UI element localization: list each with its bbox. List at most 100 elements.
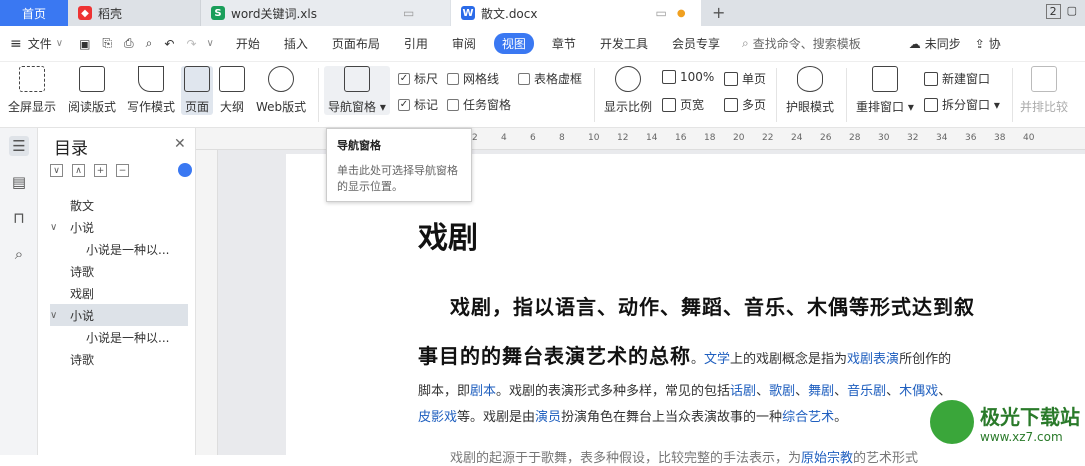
expand-toggle-icon[interactable]: ∨ [50, 222, 64, 233]
tab-start[interactable]: 开始 [224, 35, 272, 52]
reading-mode-button[interactable]: 阅读版式 [68, 66, 116, 115]
more-quick-access-icon[interactable]: ∨ [203, 38, 224, 49]
monitor-icon[interactable]: ▭ [403, 6, 414, 20]
pen-icon [138, 66, 164, 92]
tab-references[interactable]: 引用 [392, 35, 440, 52]
compare-button[interactable]: 并排比较 [1020, 66, 1068, 115]
paragraph-line2[interactable]: 事目的的舞台表演艺术的总称。文学上的戏剧概念是指为戏剧表演所创作的 [418, 340, 951, 369]
add-heading-icon[interactable]: + [94, 164, 107, 177]
tab-view[interactable]: 视图 [493, 33, 534, 54]
link-spoken-drama[interactable]: 话剧 [730, 384, 756, 399]
toc-item[interactable]: 诗歌 [50, 260, 188, 282]
hamburger-icon[interactable]: ≡ [0, 36, 28, 52]
share-label[interactable]: 协 [989, 35, 1001, 52]
chevron-down-icon[interactable]: ∨ [56, 38, 73, 49]
remove-heading-icon[interactable]: − [116, 164, 129, 177]
collapse-all-icon[interactable]: ∨ [50, 164, 63, 177]
fullscreen-button[interactable]: 全屏显示 [8, 66, 56, 115]
split-window-label: 拆分窗口 ▾ [942, 98, 1000, 112]
toc-item[interactable]: 戏剧 [50, 282, 188, 304]
tab-docx[interactable]: W 散文.docx ▭ ● [451, 0, 701, 26]
link-comprehensive-art[interactable]: 综合艺术 [782, 410, 834, 425]
nav-pane-button[interactable]: 导航窗格 ▾ [324, 66, 390, 115]
toc-item[interactable]: 小说是一种以... [50, 238, 188, 260]
paragraph-bold-line1[interactable]: 戏剧，指以语言、动作、舞蹈、音乐、木偶等形式达到叙 [450, 291, 975, 320]
sync-status[interactable]: 未同步 [925, 35, 971, 52]
toc-item[interactable]: 小说是一种以... [50, 326, 188, 348]
export-pdf-icon[interactable]: ⎘ [96, 36, 118, 51]
link-puppetry[interactable]: 木偶戏 [899, 384, 938, 399]
new-tab-icon[interactable]: + [712, 3, 725, 22]
link-script[interactable]: 剧本 [470, 384, 496, 399]
web-view-button[interactable]: Web版式 [256, 66, 306, 115]
link-literature[interactable]: 文学 [704, 352, 730, 367]
save-icon[interactable]: ▣ [73, 37, 96, 51]
link-actor[interactable]: 演员 [535, 410, 561, 425]
tab-page-layout[interactable]: 页面布局 [320, 35, 392, 52]
markup-checkbox[interactable]: ✓ 标记 [398, 96, 438, 113]
tab-chapter[interactable]: 章节 [540, 35, 588, 52]
new-window-button[interactable]: 新建窗口 [924, 70, 990, 87]
tab-review[interactable]: 审阅 [440, 35, 488, 52]
multi-page-icon [724, 97, 738, 112]
split-window-button[interactable]: 拆分窗口 ▾ [924, 96, 1000, 113]
link-opera[interactable]: 歌剧 [769, 384, 795, 399]
taskpane-checkbox[interactable]: 任务窗格 [447, 96, 511, 113]
vertical-ruler[interactable] [196, 150, 218, 455]
arrange-icon [871, 66, 898, 92]
tab-developer[interactable]: 开发工具 [588, 35, 660, 52]
undo-icon[interactable]: ↶ [158, 37, 180, 51]
expand-toggle-icon[interactable]: ∨ [50, 310, 64, 321]
link-musical[interactable]: 音乐剧 [847, 384, 886, 399]
layout-icon[interactable]: ▢ [1067, 4, 1077, 19]
tab-home-label: 首页 [21, 6, 46, 21]
tab-member[interactable]: 会员专享 [660, 35, 732, 52]
link-dance-drama[interactable]: 舞剧 [808, 384, 834, 399]
paragraph-line3[interactable]: 脚本，即剧本。戏剧的表演形式多种多样，常见的包括话剧、歌剧、舞剧、音乐剧、木偶戏… [418, 380, 951, 399]
tab-insert[interactable]: 插入 [272, 35, 320, 52]
arrange-windows-button[interactable]: 重排窗口 ▾ [856, 66, 914, 115]
heading-drama[interactable]: 戏剧 [418, 213, 478, 257]
toc-item[interactable]: ∨ 小说 [50, 304, 188, 326]
print-preview-icon[interactable]: ⌕ [140, 36, 159, 51]
link-primitive-religion[interactable]: 原始宗教 [801, 451, 853, 466]
chapter-icon[interactable]: ▤ [9, 172, 29, 192]
print-icon[interactable]: ⎙ [118, 36, 140, 51]
ruler-checkbox[interactable]: ✓ 标尺 [398, 70, 438, 87]
paragraph-line5-cut[interactable]: 戏剧的起源于于歌舞，表多种假设，比较完整的手法表示，为原始宗教的艺术形式 [450, 447, 918, 466]
share-icon[interactable]: ⇪ [971, 37, 989, 51]
link-drama-performance[interactable]: 戏剧表演 [847, 352, 899, 367]
toc-item[interactable]: ∨ 小说 [50, 216, 188, 238]
zoom-ratio-button[interactable]: 显示比例 [604, 66, 652, 115]
search-icon[interactable]: ⌕ [9, 244, 29, 264]
smart-toc-icon[interactable] [178, 163, 192, 177]
tab-xls[interactable]: S word关键词.xls ▭ [200, 0, 450, 26]
gridline-checkbox[interactable]: 网格线 [447, 70, 499, 87]
link-shadow-play[interactable]: 皮影戏 [418, 410, 457, 425]
multi-page-button[interactable]: 多页 [724, 96, 766, 113]
expand-all-icon[interactable]: ∧ [72, 164, 85, 177]
redo-icon[interactable]: ↷ [180, 37, 202, 51]
close-icon[interactable]: ✕ [174, 136, 186, 152]
writing-mode-button[interactable]: 写作模式 [127, 66, 175, 115]
window-count-icon[interactable]: 2 [1045, 4, 1061, 19]
file-menu[interactable]: 文件 [28, 35, 56, 52]
page-width-button[interactable]: 页宽 [662, 96, 704, 113]
toc-item[interactable]: 散文 [50, 194, 188, 216]
monitor-icon[interactable]: ▭ [655, 6, 666, 20]
page-view-button[interactable]: 页面 [181, 66, 213, 115]
tab-home[interactable]: 首页 [0, 0, 68, 26]
toc-item[interactable]: 诗歌 [50, 348, 188, 370]
toc-item-label: 散文 [70, 198, 95, 213]
table-grid-checkbox[interactable]: 表格虚框 [518, 70, 582, 87]
toc-icon[interactable]: ☰ [9, 136, 29, 156]
eye-care-button[interactable]: 护眼模式 [786, 66, 834, 115]
tab-daoke[interactable]: ◆ 稻壳 [68, 0, 200, 26]
single-page-button[interactable]: 单页 [724, 70, 766, 87]
bookmark-icon[interactable]: ⊓ [9, 208, 29, 228]
outline-view-button[interactable]: 大纲 [219, 66, 245, 115]
command-search[interactable]: 查找命令、搜索模板 [753, 35, 905, 52]
paragraph-line4[interactable]: 皮影戏等。戏剧是由演员扮演角色在舞台上当众表演故事的一种综合艺术。 [418, 406, 847, 425]
zoom-100-button[interactable]: 100% [662, 70, 714, 84]
ruler-tick-label: 28 [849, 133, 861, 143]
